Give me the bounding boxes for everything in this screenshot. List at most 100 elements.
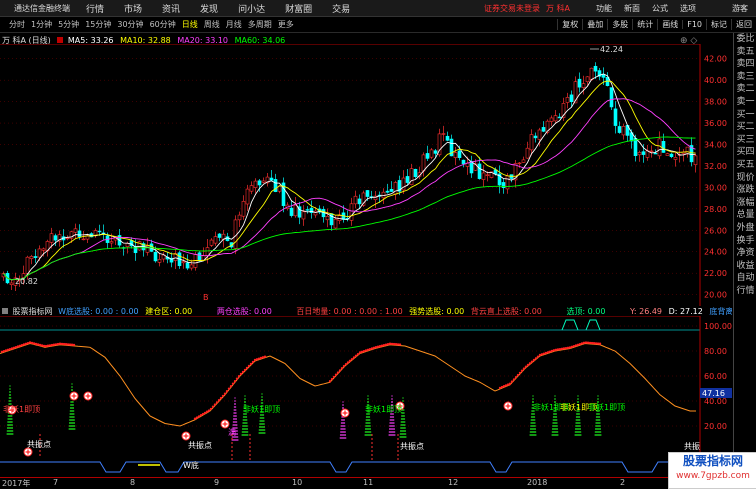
mark-button[interactable]: 标记 — [706, 19, 731, 30]
period-15min[interactable]: 15分钟 — [82, 19, 114, 30]
menu-wealth[interactable]: 财富圈 — [275, 2, 322, 15]
candle-body — [65, 237, 70, 240]
candle-body — [609, 87, 614, 108]
price-tick-label: 40.00 — [704, 76, 727, 85]
candle-body — [53, 235, 58, 241]
menu-formula[interactable]: 公式 — [646, 3, 674, 14]
price-tick-label: 32.00 — [704, 162, 727, 171]
period-30min[interactable]: 30分钟 — [114, 19, 146, 30]
time-tick-8: 8 — [130, 478, 136, 487]
period-intraday[interactable]: 分时 — [6, 19, 28, 30]
draw-line-button[interactable]: 画线 — [657, 19, 682, 30]
candle-body — [649, 150, 654, 153]
rising-dot — [384, 343, 388, 346]
low-price-marker: 20.82 — [15, 277, 38, 286]
candle-body — [209, 239, 214, 246]
rising-dot — [207, 409, 211, 412]
quote-auto-button[interactable]: 自动 — [734, 272, 756, 285]
candle-body — [249, 185, 254, 192]
quote-market-button[interactable]: 行情 — [734, 285, 756, 298]
rising-dot — [46, 344, 50, 347]
overlay-button[interactable]: 叠加 — [582, 19, 607, 30]
cross-marker-icon — [83, 391, 93, 401]
rising-dot — [247, 364, 251, 368]
price-tick-label: 26.00 — [704, 226, 727, 235]
candle-body — [421, 154, 426, 172]
back-button[interactable]: 返回 — [731, 19, 756, 30]
rising-dot — [554, 348, 558, 352]
login-notice[interactable]: 证券交易未登录 — [484, 3, 540, 14]
rising-dot — [241, 370, 245, 374]
rising-dot — [54, 343, 58, 346]
rising-dot — [346, 361, 350, 364]
candle-body — [109, 241, 114, 244]
rising-dot — [330, 377, 334, 381]
quote-label-bid1: 买一 — [736, 109, 755, 120]
menu-news[interactable]: 资讯 — [152, 2, 190, 15]
menu-ask[interactable]: 问小达 — [228, 2, 275, 15]
rising-dot — [30, 341, 34, 345]
rising-dot — [510, 380, 514, 383]
rising-dot — [40, 344, 44, 347]
indicator-name[interactable]: 股票指标网 — [13, 307, 53, 316]
candle-body — [97, 230, 102, 233]
top-signal-notch — [561, 319, 579, 331]
buy-marker: B — [203, 293, 209, 302]
hundred-day-label: 百日地量: 0.00 : 0.00 : 1.00 — [296, 307, 403, 316]
candle-body — [181, 261, 186, 264]
cross-marker-icon — [23, 447, 33, 457]
menu-options[interactable]: 选项 — [674, 3, 702, 14]
candle-body — [353, 195, 358, 205]
period-1min[interactable]: 1分钟 — [28, 19, 55, 30]
rising-dot — [205, 410, 209, 413]
rising-dot — [223, 392, 227, 395]
candle-body — [225, 236, 230, 242]
rising-dot — [237, 375, 241, 378]
period-60min[interactable]: 60分钟 — [147, 19, 179, 30]
menu-quotes[interactable]: 行情 — [76, 2, 114, 15]
period-multi[interactable]: 多周期 — [245, 19, 275, 30]
rising-dot — [245, 366, 249, 370]
period-weekly[interactable]: 周线 — [201, 19, 223, 30]
menu-discover[interactable]: 发现 — [190, 2, 228, 15]
candlestick-chart[interactable]: 42.00 40.00 38.00 36.00 34.00 32.00 30.00 28.00… — [0, 44, 733, 306]
candle-body — [577, 78, 582, 88]
guest-user[interactable]: 游客 — [732, 3, 756, 14]
candle-body — [25, 256, 30, 274]
quote-label-bid-ratio: 委比 — [736, 34, 755, 44]
menu-new-page[interactable]: 新面 — [618, 3, 646, 14]
price-tick-label: 38.00 — [704, 98, 727, 107]
candle-body — [81, 238, 86, 241]
candle-body — [685, 146, 690, 155]
menu-trade[interactable]: 交易 — [322, 2, 360, 15]
resonance-label-1: 共振点 — [27, 439, 51, 449]
rising-dot — [34, 342, 38, 346]
indicator-tick-label: 80.00 — [704, 347, 727, 356]
watermark-url: www.7gpzb.com — [676, 471, 750, 481]
rising-dot — [199, 414, 203, 417]
rising-dot — [52, 343, 56, 346]
full-marker: 满 — [228, 427, 236, 437]
period-daily[interactable]: 日线 — [179, 19, 201, 30]
period-5min[interactable]: 5分钟 — [55, 19, 82, 30]
quote-label-outer: 外盘 — [736, 222, 755, 233]
rising-dot — [562, 347, 566, 350]
candle-body — [517, 162, 522, 165]
time-tick-7: 7 — [53, 478, 59, 487]
signal-spike — [68, 383, 76, 430]
f10-button[interactable]: F10 — [682, 20, 706, 29]
multi-stock-button[interactable]: 多股 — [607, 19, 632, 30]
period-monthly[interactable]: 月线 — [223, 19, 245, 30]
ma-settings-icon[interactable] — [57, 37, 64, 43]
candle-body — [29, 256, 34, 259]
menu-functions[interactable]: 功能 — [590, 3, 618, 14]
quote-label-net-assets: 净资 — [736, 248, 755, 259]
adjust-button[interactable]: 复权 — [557, 19, 582, 30]
indicator-settings-icon[interactable] — [2, 308, 8, 314]
period-more[interactable]: 更多 — [275, 19, 297, 30]
indicator-chart[interactable]: 100.00 80.00 60.00 40.00 20.00 47.16 非妖1即顶 非… — [0, 316, 733, 476]
stats-button[interactable]: 统计 — [632, 19, 657, 30]
menu-market[interactable]: 市场 — [114, 2, 152, 15]
rising-dot — [243, 368, 247, 372]
cross-marker-icon — [220, 419, 230, 429]
